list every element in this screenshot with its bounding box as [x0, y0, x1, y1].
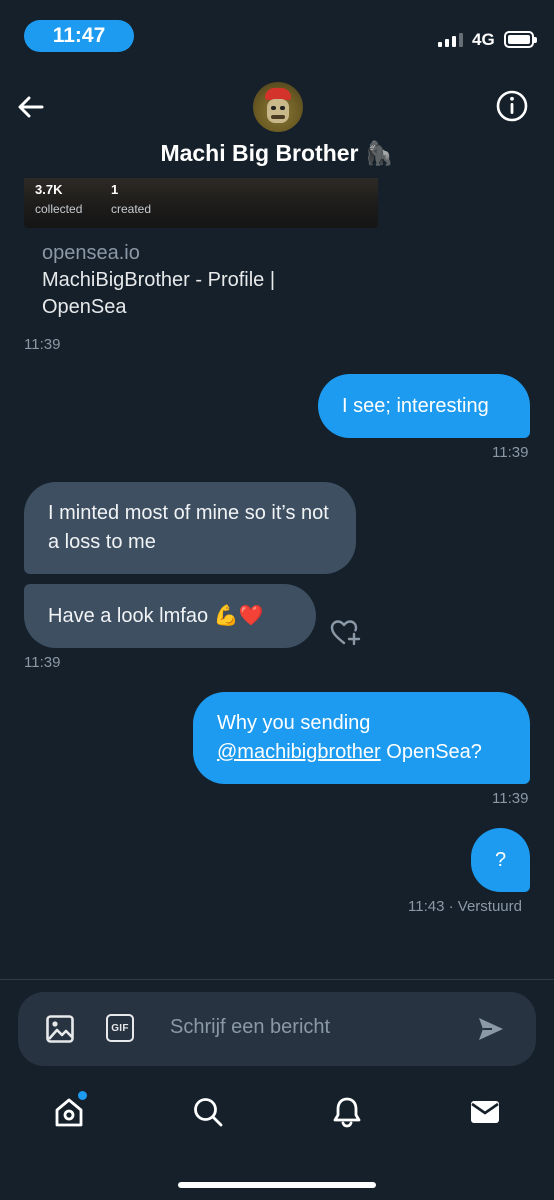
network-type: 4G [472, 30, 495, 49]
send-icon[interactable] [476, 1014, 506, 1044]
message-bubble-sent[interactable]: ? [471, 828, 530, 892]
back-arrow-icon[interactable] [14, 90, 48, 124]
info-icon[interactable] [494, 88, 530, 124]
message-bubble-received[interactable]: Have a look lmfao 💪❤️ [24, 584, 316, 648]
message-bubble-sent[interactable]: I see; interesting [318, 374, 530, 438]
conversation-title[interactable]: Machi Big Brother 🦍 [0, 140, 554, 167]
status-time: 11:47 [24, 20, 134, 52]
message-text: ? [494, 848, 507, 871]
notifications-icon[interactable] [327, 1092, 367, 1132]
created-stat: 1 created [111, 182, 152, 216]
mention-link[interactable]: @machibigbrother [217, 741, 381, 763]
image-icon[interactable] [45, 1014, 75, 1044]
divider [0, 979, 554, 980]
messages-icon[interactable] [465, 1092, 505, 1132]
link-preview-image[interactable]: 3.7K collected 1 created [24, 178, 378, 228]
gif-icon[interactable]: GIF [106, 1014, 134, 1042]
search-icon[interactable] [188, 1092, 228, 1132]
add-reaction-icon[interactable] [330, 618, 362, 648]
message-text: Have a look lmfao 💪❤️ [48, 604, 264, 627]
message-bubble-sent[interactable]: Why you sending @machibigbrother OpenSea… [193, 692, 530, 784]
message-text: I minted most of mine so it’s not a loss… [48, 502, 329, 553]
message-text: I see; interesting [342, 394, 489, 417]
message-text: Why you sending @machibigbrother OpenSea… [217, 712, 482, 763]
battery-icon [504, 31, 537, 48]
message-timestamp: 11:39 [24, 336, 61, 353]
link-title[interactable]: MachiBigBrother - Profile | OpenSea [42, 267, 342, 321]
message-timestamp: 11:39 [492, 790, 529, 807]
avatar[interactable] [253, 82, 303, 132]
message-timestamp: 11:39 [492, 444, 529, 461]
collected-stat: 3.7K collected [35, 182, 83, 216]
message-bubble-received[interactable]: I minted most of mine so it’s not a loss… [24, 482, 356, 574]
message-input[interactable]: Schrijf een bericht [170, 1016, 330, 1039]
signal-icon [438, 33, 463, 47]
link-domain[interactable]: opensea.io [42, 242, 140, 265]
message-timestamp: 11:39 [24, 654, 61, 671]
home-indicator [178, 1182, 376, 1188]
unread-dot [78, 1091, 87, 1100]
message-timestamp: 11:43 · Verstuurd [408, 898, 522, 915]
message-status: · Verstuurd [448, 898, 522, 915]
